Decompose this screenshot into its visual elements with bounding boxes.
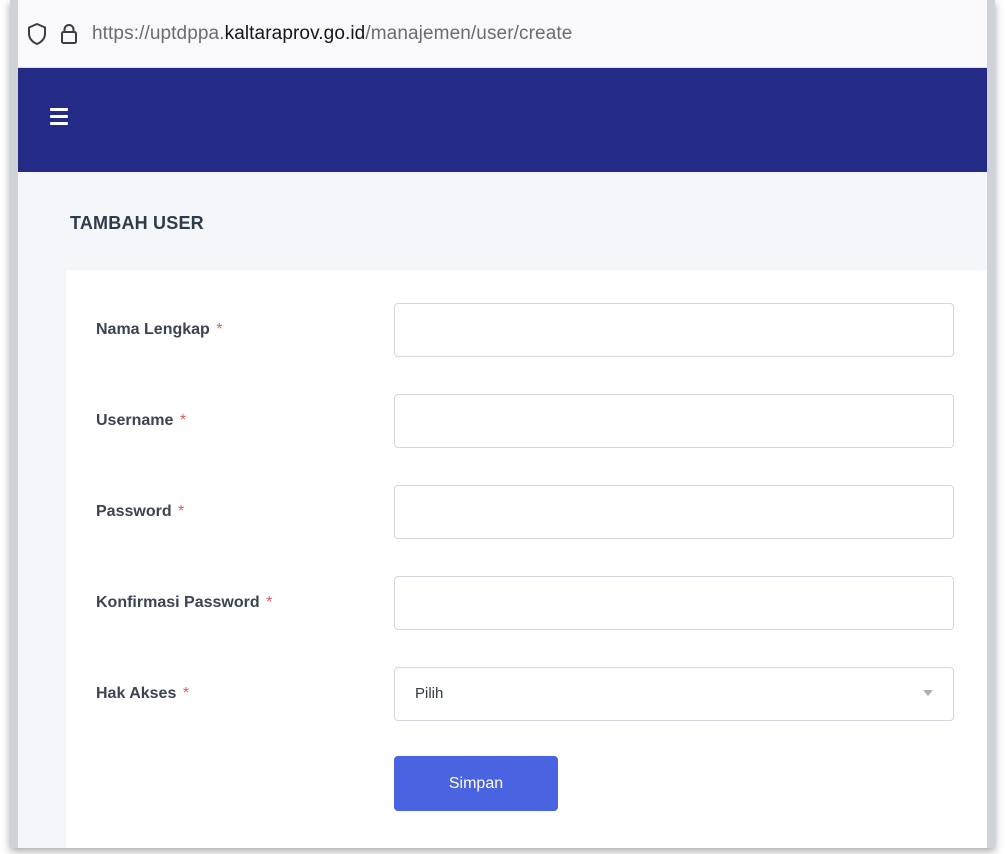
nama-lengkap-input[interactable] xyxy=(394,303,954,357)
form-row-konfirmasi-password: Konfirmasi Password * xyxy=(66,575,987,631)
shield-icon[interactable] xyxy=(26,22,48,46)
url-prefix: https://uptdppa. xyxy=(92,22,225,44)
konfirmasi-password-label: Konfirmasi Password * xyxy=(96,575,272,631)
required-marker: * xyxy=(266,594,273,611)
simpan-button[interactable]: Simpan xyxy=(394,756,558,811)
required-marker: * xyxy=(179,412,187,429)
browser-window: https://uptdppa.kaltaraprov.go.id/manaje… xyxy=(10,0,995,848)
hak-akses-select[interactable]: Pilih xyxy=(394,667,954,721)
username-label-text: Username xyxy=(96,412,174,429)
form-row-hak-akses: Hak Akses * Pilih xyxy=(66,666,987,722)
url-text[interactable]: https://uptdppa.kaltaraprov.go.id/manaje… xyxy=(92,23,572,45)
konfirmasi-password-input[interactable] xyxy=(394,576,954,630)
password-label: Password * xyxy=(96,484,184,540)
required-marker: * xyxy=(216,321,223,338)
nama-lengkap-label: Nama Lengkap * xyxy=(96,302,223,358)
chevron-down-icon xyxy=(923,690,933,696)
lock-icon[interactable] xyxy=(60,23,78,45)
user-form-card: Nama Lengkap * Username * Password * Kon… xyxy=(66,270,987,848)
required-marker: * xyxy=(178,503,185,520)
required-marker: * xyxy=(182,685,190,702)
konfirmasi-password-label-text: Konfirmasi Password xyxy=(96,594,260,611)
nama-lengkap-label-text: Nama Lengkap xyxy=(96,321,210,338)
username-label: Username * xyxy=(96,393,186,449)
hamburger-menu-icon[interactable] xyxy=(50,108,70,126)
form-row-nama-lengkap: Nama Lengkap * xyxy=(66,302,987,358)
hak-akses-label-text: Hak Akses xyxy=(96,685,177,702)
url-domain: kaltaraprov.go.id xyxy=(224,22,366,44)
form-row-username: Username * xyxy=(66,393,987,449)
page-title: TAMBAH USER xyxy=(70,213,204,233)
top-navbar xyxy=(18,68,987,172)
username-input[interactable] xyxy=(394,394,954,448)
password-input[interactable] xyxy=(394,485,954,539)
form-row-password: Password * xyxy=(66,484,987,540)
url-path: /manajemen/user/create xyxy=(365,22,573,44)
hak-akses-selected-value: Pilih xyxy=(415,685,444,702)
password-label-text: Password xyxy=(96,503,172,520)
hak-akses-label: Hak Akses * xyxy=(96,666,189,722)
address-bar[interactable]: https://uptdppa.kaltaraprov.go.id/manaje… xyxy=(18,0,987,68)
